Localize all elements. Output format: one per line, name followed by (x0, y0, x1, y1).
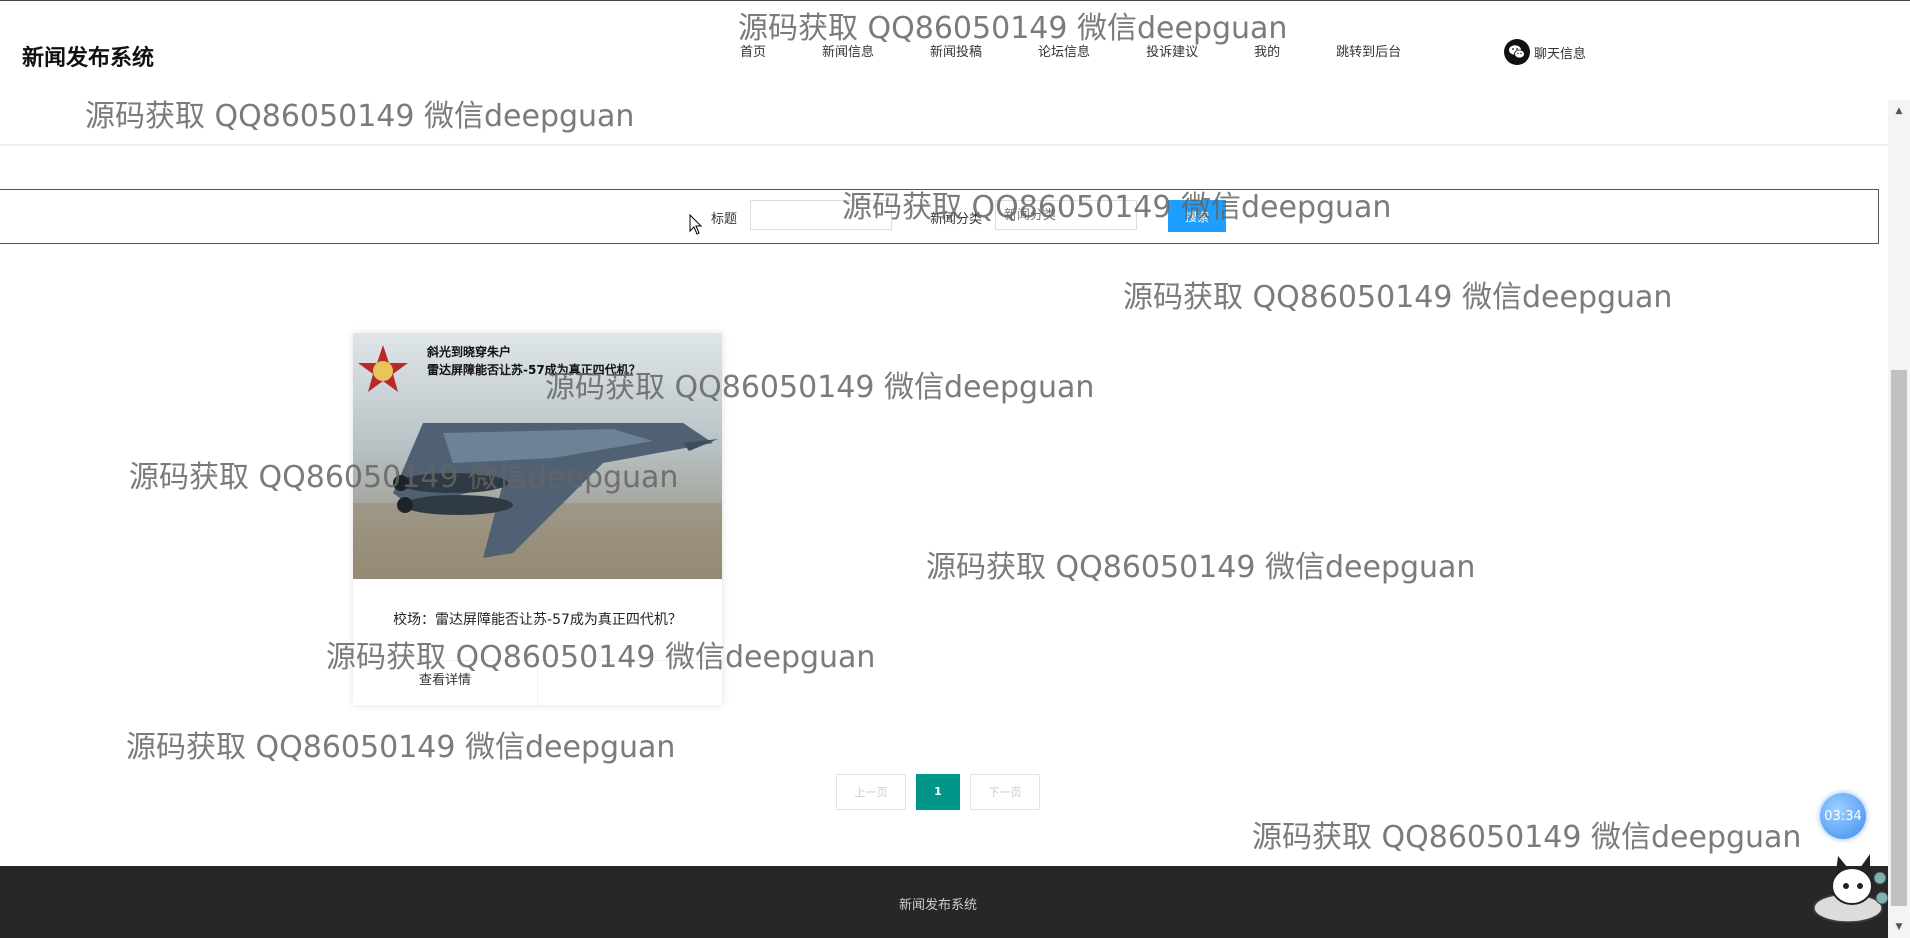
cat-mascot-icon[interactable] (1808, 848, 1888, 926)
timer-badge[interactable]: 03:34 (1820, 793, 1866, 839)
nav-news[interactable]: 新闻信息 (822, 41, 874, 60)
nav-complaints[interactable]: 投诉建议 (1146, 41, 1198, 60)
image-caption-line2: 雷达屏障能否让苏-57成为真正四代机？ (427, 363, 641, 377)
watermark: 源码获取 QQ86050149 微信deepguan (126, 730, 676, 765)
news-thumbnail[interactable]: 斜光到晓穿朱户 雷达屏障能否让苏-57成为真正四代机？ (353, 333, 722, 579)
nav-home[interactable]: 首页 (740, 41, 766, 60)
news-title[interactable]: 校场：雷达屏障能否让苏-57成为真正四代机？ (353, 609, 722, 629)
nav-chat-label: 聊天信息 (1534, 46, 1587, 62)
title-search-input[interactable] (750, 200, 892, 230)
page-1-button[interactable]: 1 (916, 774, 960, 810)
site-header: 新闻发布系统 首页 新闻信息 新闻投稿 论坛信息 投诉建议 我的 跳转到后台 聊… (0, 0, 1888, 110)
news-card[interactable]: 斜光到晓穿朱户 雷达屏障能否让苏-57成为真正四代机？ 校场：雷达屏障能否让苏-… (353, 333, 722, 706)
next-page-button[interactable]: 下一页 (970, 774, 1040, 810)
view-detail-link[interactable]: 查看详情 (353, 661, 537, 706)
nav-forum[interactable]: 论坛信息 (1038, 41, 1090, 60)
nav-submit[interactable]: 新闻投稿 (930, 41, 982, 60)
card-footer-divider (537, 661, 538, 706)
scroll-down-arrow-icon[interactable]: ▼ (1888, 922, 1910, 934)
footer-text: 新闻发布系统 (898, 898, 977, 913)
nav-admin[interactable]: 跳转到后台 (1336, 41, 1401, 60)
search-button[interactable]: 搜索 (1168, 200, 1226, 232)
mouse-cursor-icon (689, 214, 703, 235)
nav-chat[interactable]: 聊天信息 (1504, 39, 1586, 65)
vertical-scrollbar[interactable]: ▲ ▼ (1888, 100, 1910, 938)
watermark: 源码获取 QQ86050149 微信deepguan (1252, 820, 1802, 855)
title-label: 标题 (711, 212, 738, 227)
watermark: 源码获取 QQ86050149 微信deepguan (926, 550, 1476, 585)
prev-page-button[interactable]: 上一页 (836, 774, 906, 810)
main-nav: 首页 新闻信息 新闻投稿 论坛信息 投诉建议 我的 跳转到后台 (740, 41, 1457, 60)
image-caption-line1: 斜光到晓穿朱户 (427, 345, 512, 359)
watermark: 源码获取 QQ86050149 微信deepguan (1123, 280, 1673, 315)
category-search-input[interactable] (995, 200, 1137, 230)
scroll-thumb[interactable] (1891, 370, 1907, 906)
card-footer: 查看详情 (353, 660, 722, 706)
brand-title[interactable]: 新闻发布系统 (22, 40, 154, 72)
wechat-icon (1504, 39, 1530, 65)
category-label: 新闻分类 (930, 212, 983, 227)
nav-mine[interactable]: 我的 (1254, 41, 1280, 60)
scroll-up-arrow-icon[interactable]: ▲ (1888, 106, 1910, 118)
site-footer: 新闻发布系统 (0, 866, 1910, 938)
header-divider (0, 144, 1888, 146)
